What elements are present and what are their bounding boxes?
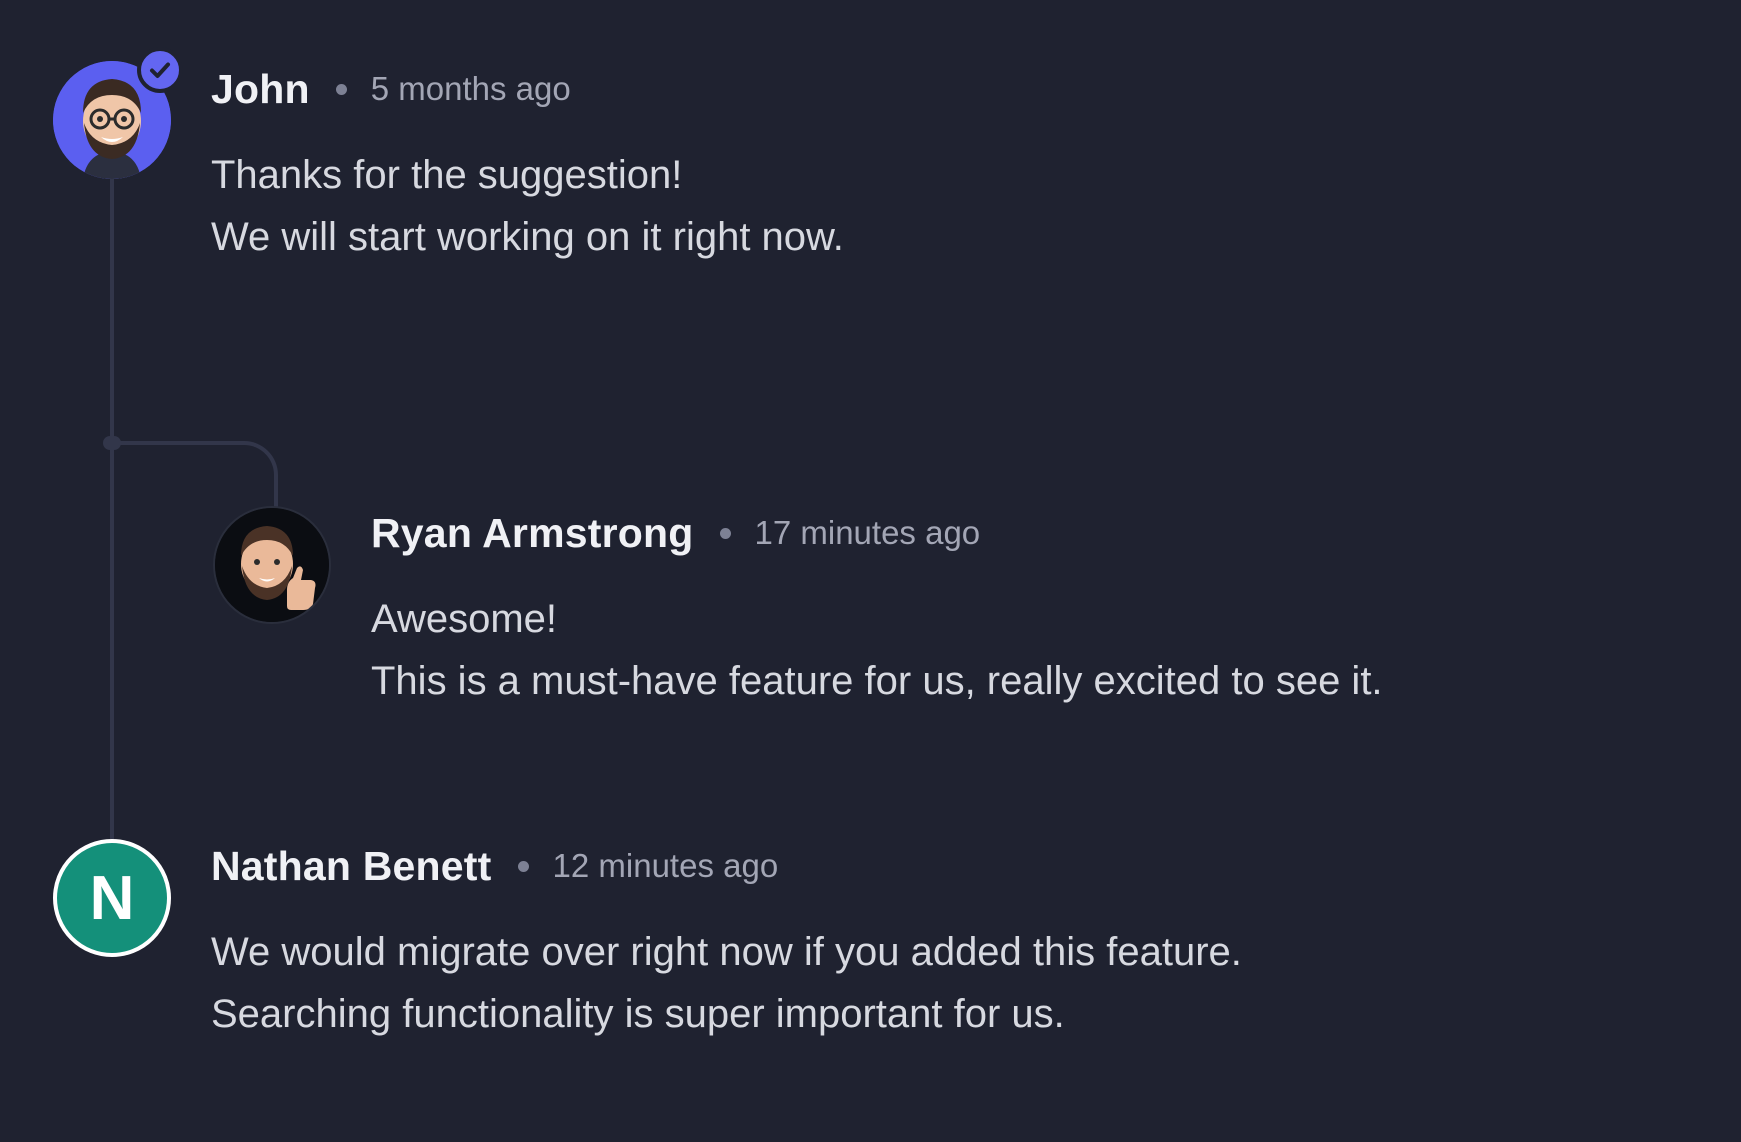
reply-connector [110,441,278,507]
comment-header: John 5 months ago [211,65,571,113]
author-name[interactable]: Nathan Benett [211,843,492,890]
comment-line: This is a must-have feature for us, real… [371,659,1383,703]
avatar-ryan-armstrong[interactable] [213,506,331,624]
comment-john: John 5 months ago Thanks for the suggest… [0,0,1741,300]
comment-body: We would migrate over right now if you a… [211,921,1242,1045]
comment-line: Thanks for the suggestion! [211,153,683,197]
comment-nathan-benett: N Nathan Benett 12 minutes ago We would … [0,0,1741,1036]
comment-body: Thanks for the suggestion! We will start… [211,144,844,268]
check-icon [150,62,170,78]
comment-header: Nathan Benett 12 minutes ago [211,842,778,890]
comment-body: Awesome! This is a must-have feature for… [371,588,1383,712]
verified-badge [137,47,183,93]
author-name[interactable]: John [211,66,310,113]
comment-line: Awesome! [371,597,558,641]
comment-line: Searching functionality is super importa… [211,992,1065,1036]
dot-separator [335,83,347,95]
comment-line: We will start working on it right now. [211,215,844,259]
dot-separator [517,860,529,872]
comment-line: We would migrate over right now if you a… [211,930,1242,974]
memoji-avatar [215,508,329,622]
author-name[interactable]: Ryan Armstrong [371,510,694,557]
timestamp: 17 minutes ago [754,514,981,551]
timestamp: 12 minutes ago [552,847,779,884]
dot-separator [719,527,731,539]
comment-header: Ryan Armstrong 17 minutes ago [371,509,980,557]
timestamp: 5 months ago [370,70,571,107]
comment-thread: John 5 months ago Thanks for the suggest… [0,0,1741,1142]
avatar-nathan-benett[interactable]: N [53,839,171,957]
